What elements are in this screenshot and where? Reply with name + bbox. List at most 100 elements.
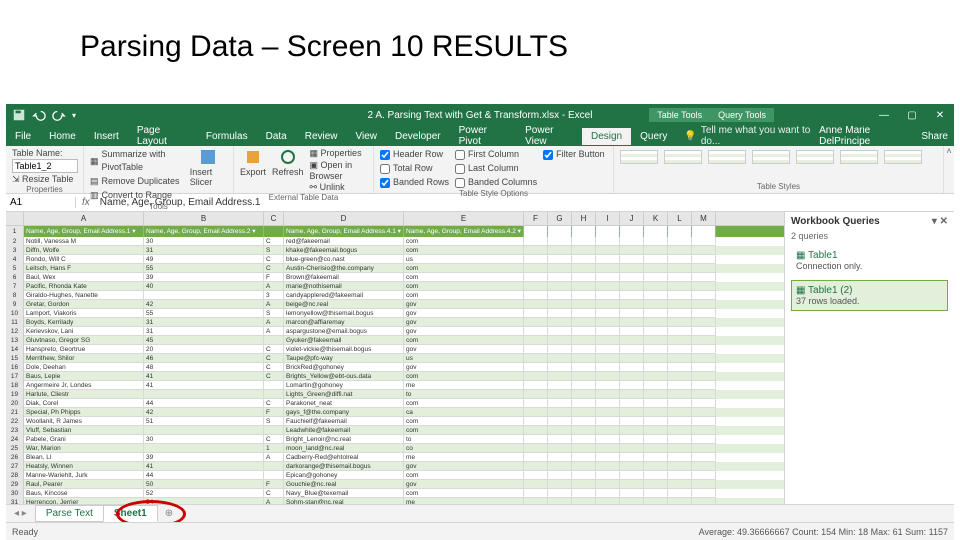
group-table-styles: Table Styles (614, 146, 944, 193)
table-row[interactable]: 9Gretar, Gordon42Abeige@nc.realgov (6, 300, 784, 309)
new-sheet-button[interactable]: ⊕ (157, 508, 181, 519)
collapse-ribbon-button[interactable]: ˄ (944, 146, 954, 193)
tab-data[interactable]: Data (257, 128, 296, 145)
minimize-icon[interactable]: — (870, 110, 898, 121)
properties-link[interactable]: ▦ Properties (310, 148, 367, 159)
table-row[interactable]: 28Manne-Wariehlt, Jurk44Epican@gohoneyco… (6, 471, 784, 480)
table-style-swatch[interactable] (620, 150, 658, 164)
table-row[interactable]: 10Lamport, Viakoris55Slemonyellow@thisem… (6, 309, 784, 318)
table-row[interactable]: 2Notill, Vanessa M30Cred@fakeemailcom (6, 237, 784, 246)
tab-design[interactable]: Design (582, 128, 631, 145)
column-header[interactable]: C (264, 212, 284, 225)
user-name[interactable]: Anne Marie DelPrincipe (819, 125, 911, 147)
table-style-swatch[interactable] (664, 150, 702, 164)
query-item[interactable]: ▦ Table1 (2) 37 rows loaded. (791, 280, 948, 311)
tab-review[interactable]: Review (296, 128, 347, 145)
column-header[interactable]: K (644, 212, 668, 225)
last-column-checkbox[interactable]: Last Column (455, 162, 537, 175)
column-header[interactable]: I (596, 212, 620, 225)
unlink-link[interactable]: ⚯ Unlink (310, 182, 367, 193)
table-row[interactable]: 20Diak, Corel44CParakonet_neatcom (6, 399, 784, 408)
save-icon[interactable] (12, 108, 26, 122)
column-header[interactable]: E (404, 212, 524, 225)
column-header[interactable]: J (620, 212, 644, 225)
table-style-swatch[interactable] (840, 150, 878, 164)
tell-me-search[interactable]: 💡 Tell me what you want to do... (684, 125, 819, 147)
qat-dropdown-icon[interactable]: ▾ (72, 111, 76, 120)
header-row-checkbox[interactable]: Header Row (380, 148, 449, 161)
column-header[interactable]: B (144, 212, 264, 225)
table-row[interactable]: 13Gluvtnaso, Gregor SG45Gyuker@fakeemail… (6, 336, 784, 345)
table-row[interactable]: 24Pabele, Grani30CBright_Lenoir@nc.realt… (6, 435, 784, 444)
column-header[interactable]: A (24, 212, 144, 225)
first-column-checkbox[interactable]: First Column (455, 148, 537, 161)
table-row[interactable]: 8Giraldo-Hughes, Nanette3candyapplered@f… (6, 291, 784, 300)
styles-gallery[interactable] (620, 148, 937, 182)
table-row[interactable]: 23Vluff, SebastianLeadwhite@fakeemailcom (6, 426, 784, 435)
table-style-swatch[interactable] (884, 150, 922, 164)
filter-button-checkbox[interactable]: Filter Button (543, 148, 605, 161)
table-row[interactable]: 17Baus, Lepie41CBrights_Yellow@ebt-ous.d… (6, 372, 784, 381)
table-row[interactable]: 12Kerievskov, Lani31Aaspargustone@email.… (6, 327, 784, 336)
sheet-nav[interactable]: ◂ ▸ (6, 508, 35, 519)
table-row[interactable]: 14Hanspreto, Geortrue20Cviolet-vickie@th… (6, 345, 784, 354)
sheet-tab-parse-text[interactable]: Parse Text (35, 505, 104, 522)
tab-developer[interactable]: Developer (386, 128, 450, 145)
close-icon[interactable]: ✕ (926, 110, 954, 121)
banded-rows-checkbox[interactable]: Banded Rows (380, 176, 449, 189)
tab-formulas[interactable]: Formulas (197, 128, 257, 145)
table-row[interactable]: 7Pacific, Rhonda Kate40Amarie@nothisemai… (6, 282, 784, 291)
grid-body[interactable]: 1Name, Age, Group, Email Address.1 ▾Name… (6, 226, 784, 522)
table-row[interactable]: 3Diffn, Wolfe31Skhake@fakeemail.boguscom (6, 246, 784, 255)
undo-icon[interactable] (32, 108, 46, 122)
table-row[interactable]: 4Rondo, Will C49Cblue-green@co.nastus (6, 255, 784, 264)
table-style-swatch[interactable] (752, 150, 790, 164)
remove-duplicates-button[interactable]: ▤ Remove Duplicates (90, 175, 184, 188)
column-header[interactable]: G (548, 212, 572, 225)
resize-table-button[interactable]: ⇲ Resize Table (12, 174, 73, 185)
column-header[interactable]: L (668, 212, 692, 225)
redo-icon[interactable] (52, 108, 66, 122)
table-style-swatch[interactable] (708, 150, 746, 164)
table-row[interactable]: 29Raul, Pearer50FGouchie@nc.realgov (6, 480, 784, 489)
tab-home[interactable]: Home (40, 128, 85, 145)
sheet-tab-sheet1[interactable]: Sheet1 (103, 505, 158, 522)
column-header[interactable]: M (692, 212, 716, 225)
formula-input[interactable]: Name, Age, Group, Email Address.1 (96, 197, 954, 208)
banded-columns-checkbox[interactable]: Banded Columns (455, 176, 537, 189)
table-name-input[interactable] (12, 159, 78, 173)
column-header[interactable]: D (284, 212, 404, 225)
table-row[interactable]: 27Heatsly, Winnen41darkorange@thisemail.… (6, 462, 784, 471)
table-row[interactable]: 18Angermeire Jr, Londes41Lomartin@gohone… (6, 381, 784, 390)
tab-query[interactable]: Query (631, 128, 676, 145)
column-header[interactable]: H (572, 212, 596, 225)
table-row[interactable]: 21Special, Ph Phipps42Fgays_f@the.compan… (6, 408, 784, 417)
insert-slicer-button[interactable]: Insert Slicer (190, 148, 227, 187)
query-item[interactable]: ▦ Table1 Connection only. (791, 245, 948, 276)
open-browser-link[interactable]: ▣ Open in Browser (310, 160, 367, 181)
fx-icon[interactable]: fx (76, 197, 96, 208)
name-box[interactable]: A1 (6, 197, 76, 208)
table-row[interactable]: 22Woollanit, R James51SFauchielf@fakeema… (6, 417, 784, 426)
table-row[interactable]: 19Harlute, CliestrLights_Green@diffi.nat… (6, 390, 784, 399)
table-row[interactable]: 11Boyds, Kerrilady31Amarcon@affiaremaygo… (6, 318, 784, 327)
table-row[interactable]: 15Merrithew, Shilor46CTaupe@pfc-wayus (6, 354, 784, 363)
table-row[interactable]: 16Dole, Deehan48CBrickRed@gohoneygov (6, 363, 784, 372)
tab-insert[interactable]: Insert (85, 128, 128, 145)
column-header[interactable]: F (524, 212, 548, 225)
maximize-icon[interactable]: ▢ (898, 110, 926, 121)
table-row[interactable]: 25War, Marion1moon_land@nc.realco (6, 444, 784, 453)
tab-view[interactable]: View (347, 128, 387, 145)
table-row[interactable]: 30Baus, Kincose52CNavy_Blue@texemailcom (6, 489, 784, 498)
summarize-pivot-button[interactable]: ▦ Summarize with PivotTable (90, 148, 184, 174)
table-row[interactable]: 26Blean, Ll39ACadberry-Red@ehtolrealme (6, 453, 784, 462)
select-all-button[interactable] (6, 212, 24, 225)
share-button[interactable]: Share (921, 131, 948, 142)
total-row-checkbox[interactable]: Total Row (380, 162, 449, 175)
export-button[interactable]: Export (240, 148, 266, 177)
tab-file[interactable]: File (6, 128, 40, 145)
table-style-swatch[interactable] (796, 150, 834, 164)
table-row[interactable]: 5Leitsch, Hans F55CAustin-Cherisio@the.c… (6, 264, 784, 273)
table-row[interactable]: 6Baul, Wex39FBrown@fakeemailcom (6, 273, 784, 282)
refresh-button[interactable]: Refresh (272, 148, 304, 177)
